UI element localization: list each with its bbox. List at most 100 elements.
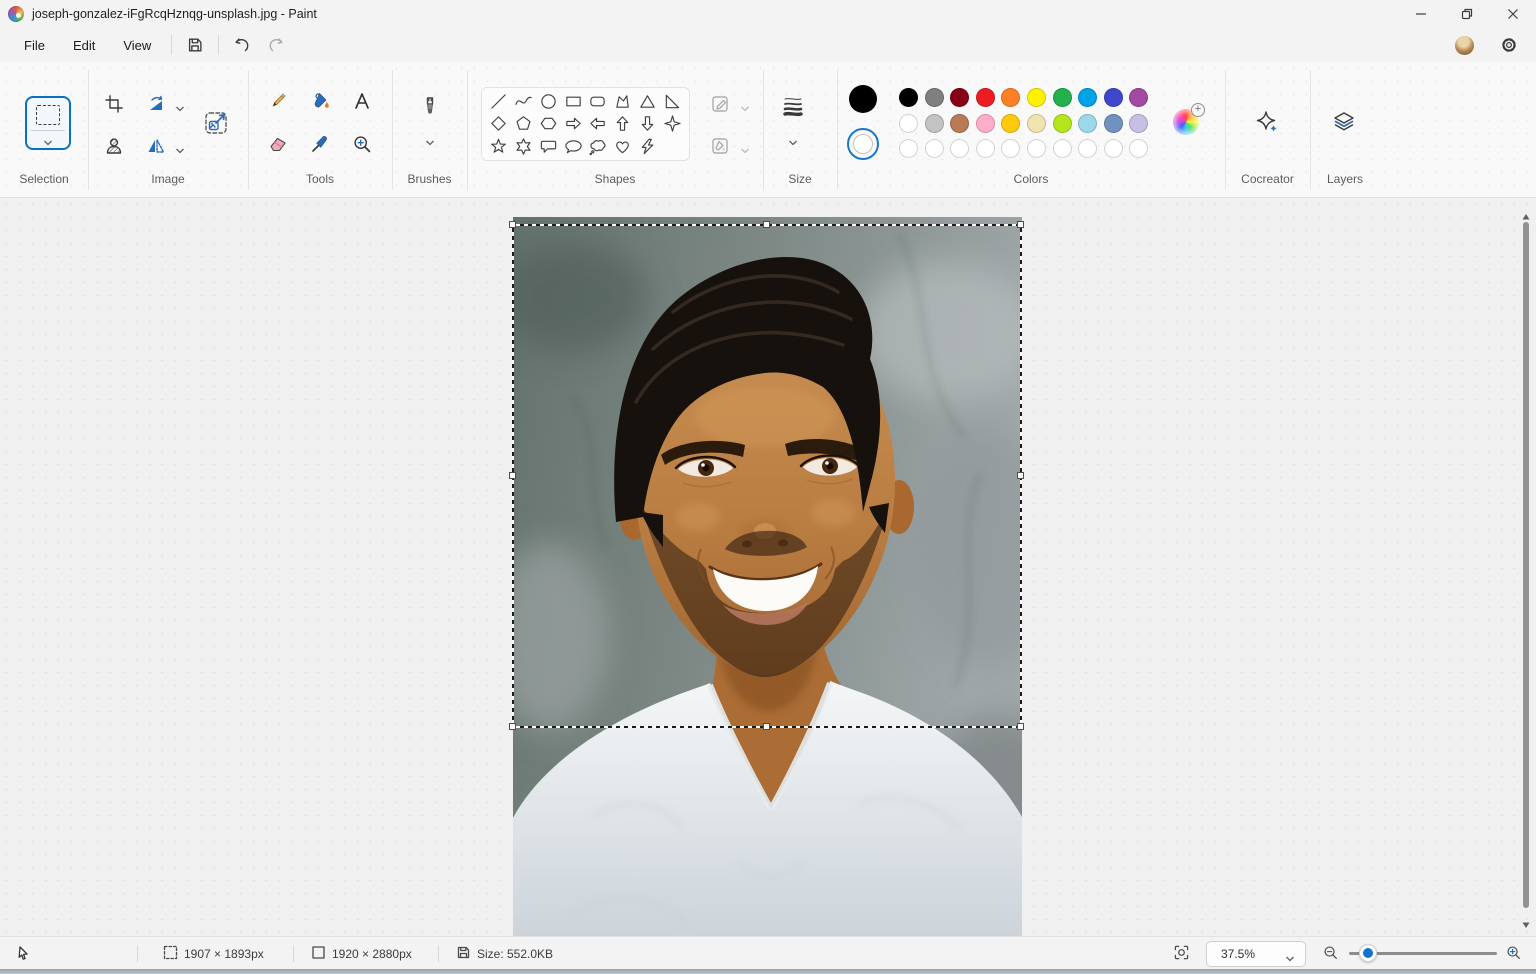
minimize-button[interactable] <box>1398 0 1444 28</box>
shape-triangle[interactable] <box>637 90 659 112</box>
color-swatch[interactable] <box>899 113 918 133</box>
crop-button[interactable] <box>98 88 130 120</box>
color-swatch[interactable] <box>1103 88 1123 107</box>
color-swatch[interactable] <box>1026 88 1046 107</box>
color-swatch[interactable] <box>1001 113 1021 133</box>
shape-rounded-rectangle[interactable] <box>587 90 609 112</box>
color-swatch[interactable] <box>924 113 944 133</box>
menu-view[interactable]: View <box>109 33 165 58</box>
empty-color-swatch[interactable] <box>1026 139 1046 158</box>
scroll-down-arrow[interactable] <box>1522 916 1530 928</box>
shape-heart[interactable] <box>612 136 634 158</box>
shape-arrow-down[interactable] <box>637 113 659 135</box>
image-canvas[interactable] <box>513 217 1022 936</box>
color-swatch[interactable] <box>950 88 970 107</box>
shape-pentagon[interactable] <box>512 113 534 135</box>
shape-curve[interactable] <box>512 90 534 112</box>
color-swatch[interactable] <box>924 88 944 107</box>
chevron-down-icon[interactable] <box>740 142 750 154</box>
scroll-up-arrow[interactable] <box>1522 208 1530 220</box>
rotate-button[interactable] <box>140 88 172 120</box>
shape-polygon[interactable] <box>612 90 634 112</box>
shape-star-4[interactable] <box>662 113 684 135</box>
size-button[interactable] <box>773 86 813 126</box>
vertical-scrollbar[interactable] <box>1518 202 1534 932</box>
shape-line[interactable] <box>487 90 509 112</box>
color-swatch[interactable] <box>1078 88 1098 107</box>
redo-button[interactable] <box>259 31 293 59</box>
color2-swatch[interactable] <box>847 128 879 160</box>
empty-color-swatch[interactable] <box>1129 139 1149 158</box>
undo-button[interactable] <box>225 31 259 59</box>
selection-handle-n[interactable] <box>763 221 770 228</box>
menu-file[interactable]: File <box>10 33 59 58</box>
remove-background-button[interactable] <box>98 130 130 162</box>
color-picker-tool-button[interactable] <box>304 128 336 160</box>
selection-handle-ne[interactable] <box>1017 221 1024 228</box>
maximize-button[interactable] <box>1444 0 1490 28</box>
shape-arrow-left[interactable] <box>587 113 609 135</box>
empty-color-swatch[interactable] <box>1001 139 1021 158</box>
color-swatch[interactable] <box>1052 88 1072 107</box>
chevron-down-icon[interactable] <box>740 100 750 112</box>
color-swatch[interactable] <box>1026 113 1046 133</box>
scrollbar-thumb[interactable] <box>1523 222 1529 908</box>
magnifier-tool-button[interactable] <box>346 128 378 160</box>
shape-arrow-up[interactable] <box>612 113 634 135</box>
empty-color-swatch[interactable] <box>1103 139 1123 158</box>
empty-color-swatch[interactable] <box>975 139 995 158</box>
color-swatch[interactable] <box>1103 113 1123 133</box>
eraser-tool-button[interactable] <box>262 128 294 160</box>
zoom-out-button[interactable] <box>1323 937 1338 970</box>
brushes-button[interactable] <box>410 86 450 126</box>
empty-color-swatch[interactable] <box>1052 139 1072 158</box>
account-avatar[interactable] <box>1455 35 1474 55</box>
zoom-slider-thumb[interactable] <box>1359 944 1377 962</box>
shape-star-5[interactable] <box>487 136 509 158</box>
color-swatch[interactable] <box>1078 113 1098 133</box>
zoom-in-button[interactable] <box>1506 937 1521 970</box>
selection-handle-s[interactable] <box>763 723 770 730</box>
selection-handle-w[interactable] <box>509 472 516 479</box>
chevron-down-icon[interactable] <box>43 134 53 146</box>
chevron-down-icon[interactable] <box>175 100 185 112</box>
empty-color-swatch[interactable] <box>924 139 944 158</box>
text-tool-button[interactable] <box>346 85 378 117</box>
save-button[interactable] <box>178 31 212 59</box>
fit-to-screen-button[interactable] <box>1174 937 1189 970</box>
color-swatch[interactable] <box>950 113 970 133</box>
shape-speech-oval[interactable] <box>562 136 584 158</box>
shape-speech-rounded[interactable] <box>537 136 559 158</box>
close-button[interactable] <box>1490 0 1536 28</box>
color-swatch[interactable] <box>1129 88 1149 107</box>
chevron-down-icon[interactable] <box>175 142 185 154</box>
color-swatch[interactable] <box>1129 113 1149 133</box>
selection-handle-sw[interactable] <box>509 723 516 730</box>
color-swatch[interactable] <box>1001 88 1021 107</box>
empty-color-swatch[interactable] <box>950 139 970 158</box>
shape-rectangle[interactable] <box>562 90 584 112</box>
chevron-down-icon[interactable] <box>425 134 435 146</box>
selection-handle-se[interactable] <box>1017 723 1024 730</box>
color-swatch[interactable] <box>975 113 995 133</box>
fill-tool-button[interactable] <box>304 85 336 117</box>
settings-button[interactable] <box>1492 31 1526 59</box>
zoom-level-dropdown[interactable]: 37.5% <box>1206 941 1306 967</box>
color-swatch[interactable] <box>1052 113 1072 133</box>
color1-swatch[interactable] <box>849 85 877 113</box>
empty-color-swatch[interactable] <box>1078 139 1098 158</box>
pencil-tool-button[interactable] <box>262 85 294 117</box>
cocreator-button[interactable] <box>1248 102 1288 142</box>
resize-image-button[interactable] <box>196 103 236 143</box>
shape-arrow-right[interactable] <box>562 113 584 135</box>
selection-tool-button[interactable] <box>25 96 71 150</box>
menu-edit[interactable]: Edit <box>59 33 109 58</box>
color-swatch[interactable] <box>899 88 918 107</box>
selection-handle-nw[interactable] <box>509 221 516 228</box>
shape-thought-bubble[interactable] <box>587 136 609 158</box>
shape-diamond[interactable] <box>487 113 509 135</box>
zoom-slider[interactable] <box>1349 944 1497 962</box>
flip-button[interactable] <box>140 130 172 162</box>
layers-button[interactable] <box>1324 102 1364 142</box>
selection-handle-e[interactable] <box>1017 472 1024 479</box>
